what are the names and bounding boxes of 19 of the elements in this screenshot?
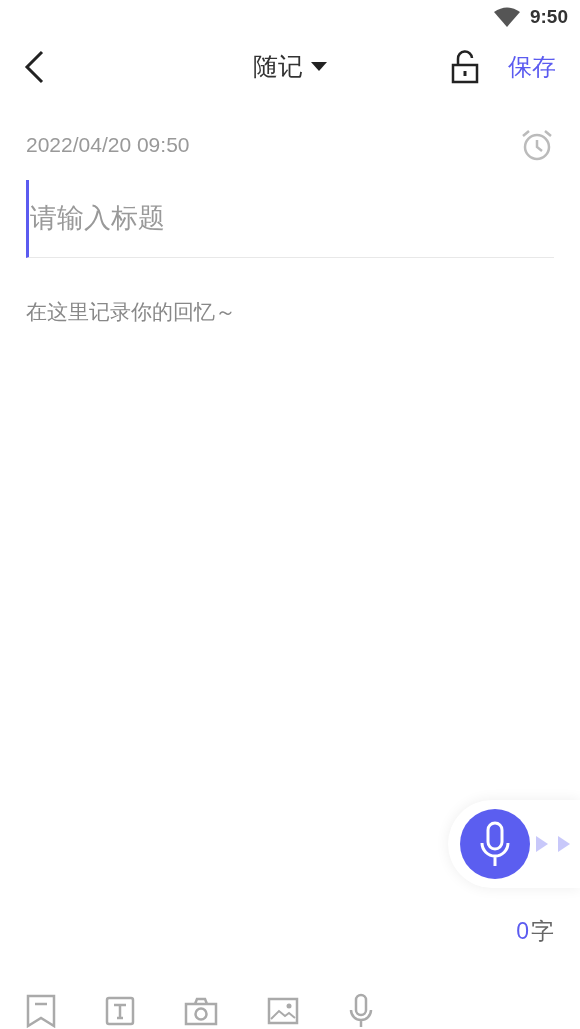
wifi-icon: [493, 6, 520, 27]
back-icon[interactable]: [24, 49, 44, 84]
note-date: 2022/04/20 09:50: [26, 133, 190, 158]
status-time: 9:50: [529, 5, 568, 28]
word-count-unit: 字: [531, 917, 554, 946]
double-arrow-icon: [536, 834, 570, 854]
category-dropdown[interactable]: 随记: [253, 50, 327, 84]
bookmark-icon[interactable]: [26, 994, 56, 1028]
image-icon[interactable]: [267, 997, 299, 1025]
save-button[interactable]: 保存: [508, 50, 556, 83]
title-input[interactable]: 请输入标题: [26, 180, 554, 259]
caret-icon: [311, 61, 327, 72]
microphone-icon[interactable]: [348, 993, 374, 1029]
word-count-number: 0: [516, 918, 529, 945]
camera-icon[interactable]: [184, 996, 218, 1026]
microphone-button[interactable]: [460, 809, 530, 879]
alarm-clock-icon[interactable]: [520, 128, 554, 163]
unlock-icon[interactable]: [450, 49, 480, 84]
text-format-icon[interactable]: [105, 996, 135, 1026]
